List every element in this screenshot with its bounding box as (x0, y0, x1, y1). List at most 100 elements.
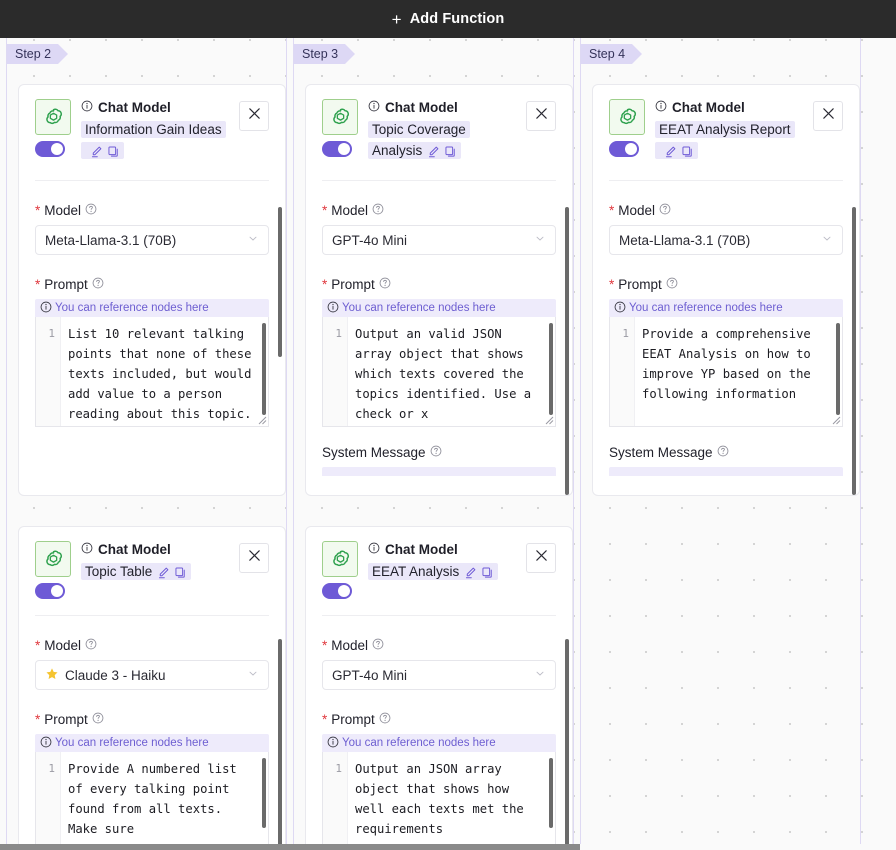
prompt-editor[interactable]: 1 Provide a comprehensive EEAT Analysis … (609, 317, 843, 427)
question-circle-icon[interactable] (430, 445, 442, 460)
step-badge-3[interactable]: Step 3 (294, 44, 356, 64)
step-badge-4[interactable]: Step 4 (581, 44, 643, 64)
workflow-canvas[interactable]: Step 2 Step 3 Step 4 Chat Model Informat… (0, 38, 896, 844)
duplicate-copy-icon[interactable] (107, 143, 120, 164)
close-node-button[interactable] (526, 101, 556, 131)
close-node-button[interactable] (239, 543, 269, 573)
chevron-down-icon (534, 668, 546, 683)
reference-nodes-hint: You can reference nodes here (609, 299, 843, 317)
info-icon (81, 100, 93, 116)
model-select[interactable]: Meta-Llama-3.1 (70B) (35, 225, 269, 255)
reference-nodes-hint-text: You can reference nodes here (55, 302, 209, 314)
model-select[interactable]: Meta-Llama-3.1 (70B) (609, 225, 843, 255)
required-marker: * (609, 276, 615, 292)
prompt-editor-scrollbar[interactable] (549, 323, 553, 415)
node-enabled-toggle[interactable] (35, 583, 65, 599)
model-select[interactable]: GPT-4o Mini (322, 660, 556, 690)
prompt-text[interactable]: Provide a comprehensive EEAT Analysis on… (635, 317, 842, 426)
node-title-chip[interactable]: Topic Table (81, 563, 192, 580)
system-message-field-label: System Message (322, 445, 556, 460)
chevron-down-icon (821, 233, 833, 248)
question-circle-icon[interactable] (85, 203, 97, 218)
question-circle-icon[interactable] (85, 638, 97, 653)
pencil-edit-icon[interactable] (664, 143, 677, 164)
question-circle-icon[interactable] (379, 712, 391, 727)
duplicate-copy-icon[interactable] (444, 143, 457, 164)
node-enabled-toggle[interactable] (35, 141, 65, 157)
horizontal-scrollbar[interactable] (0, 844, 896, 850)
add-function-button[interactable]: + Add Function (392, 11, 505, 28)
close-node-button[interactable] (526, 543, 556, 573)
node-enabled-toggle[interactable] (322, 141, 352, 157)
question-circle-icon[interactable] (379, 277, 391, 292)
node-card-scrollbar[interactable] (278, 639, 282, 844)
node-type-row: Chat Model (81, 542, 229, 558)
node-enabled-toggle[interactable] (609, 141, 639, 157)
chat-model-node-card[interactable]: Chat Model Topic Coverage Analysis * Mod… (305, 84, 573, 496)
header-divider (322, 180, 556, 181)
pencil-edit-icon[interactable] (464, 564, 477, 585)
model-select-value: Meta-Llama-3.1 (70B) (619, 232, 751, 248)
add-function-label: Add Function (409, 11, 505, 27)
node-avatar-group (35, 99, 71, 157)
pencil-edit-icon[interactable] (427, 143, 440, 164)
prompt-editor-scrollbar[interactable] (262, 758, 266, 828)
system-message-hint-bar (322, 467, 556, 476)
prompt-editor[interactable]: 1 Output an JSON array object that shows… (322, 752, 556, 844)
node-title-chip[interactable]: Topic Coverage Analysis (368, 121, 470, 159)
chat-model-node-card[interactable]: Chat Model Topic Table * Model Claude 3 … (18, 526, 286, 844)
chat-model-node-card[interactable]: Chat Model EEAT Analysis Report * Model (592, 84, 860, 496)
prompt-text[interactable]: Output an valid JSON array object that s… (348, 317, 555, 426)
node-title-chip[interactable]: EEAT Analysis (368, 563, 499, 580)
question-circle-icon[interactable] (92, 712, 104, 727)
chevron-down-icon (534, 233, 546, 248)
prompt-text[interactable]: Provide A numbered list of every talking… (61, 752, 268, 844)
question-circle-icon[interactable] (372, 638, 384, 653)
prompt-label-text: Prompt (44, 712, 88, 727)
node-title-chip[interactable]: Information Gain Ideas (81, 121, 226, 159)
line-number: 2 (36, 424, 55, 426)
prompt-text[interactable]: List 10 relevant talking points that non… (61, 317, 268, 426)
close-icon (534, 106, 549, 126)
question-circle-icon[interactable] (92, 277, 104, 292)
node-card-scrollbar[interactable] (565, 639, 569, 844)
horizontal-scrollbar-thumb[interactable] (0, 844, 580, 850)
duplicate-copy-icon[interactable] (681, 143, 694, 164)
question-circle-icon[interactable] (717, 445, 729, 460)
pencil-edit-icon[interactable] (157, 564, 170, 585)
node-title-chip[interactable]: EEAT Analysis Report (655, 121, 795, 159)
node-card-scrollbar[interactable] (565, 207, 569, 495)
prompt-editor[interactable]: 1 Output an valid JSON array object that… (322, 317, 556, 427)
chevron-down-icon (247, 668, 259, 683)
node-type-label: Chat Model (672, 100, 745, 115)
model-select[interactable]: Claude 3 - Haiku (35, 660, 269, 690)
question-circle-icon[interactable] (659, 203, 671, 218)
prompt-line-gutter: 1 (323, 317, 348, 426)
prompt-field-label: * Prompt (35, 277, 269, 292)
pencil-edit-icon[interactable] (90, 143, 103, 164)
model-select[interactable]: GPT-4o Mini (322, 225, 556, 255)
prompt-editor[interactable]: 1 Provide A numbered list of every talki… (35, 752, 269, 844)
prompt-editor-scrollbar[interactable] (836, 323, 840, 415)
prompt-editor-scrollbar[interactable] (549, 758, 553, 828)
prompt-editor-scrollbar[interactable] (262, 323, 266, 415)
chat-model-node-card[interactable]: Chat Model EEAT Analysis * Model GPT-4o … (305, 526, 573, 844)
line-number: 1 (335, 327, 342, 340)
step-badge-2[interactable]: Step 2 (7, 44, 69, 64)
close-node-button[interactable] (813, 101, 843, 131)
node-card-scrollbar[interactable] (852, 207, 856, 495)
question-circle-icon[interactable] (666, 277, 678, 292)
prompt-text[interactable]: Output an JSON array object that shows h… (348, 752, 555, 844)
close-node-button[interactable] (239, 101, 269, 131)
chat-model-node-card[interactable]: Chat Model Information Gain Ideas * Mode… (18, 84, 286, 496)
openai-logo-icon (35, 99, 71, 135)
node-enabled-toggle[interactable] (322, 583, 352, 599)
question-circle-icon[interactable] (372, 203, 384, 218)
model-select-value: Meta-Llama-3.1 (70B) (45, 232, 177, 248)
prompt-label-text: Prompt (618, 277, 662, 292)
duplicate-copy-icon[interactable] (174, 564, 187, 585)
prompt-editor[interactable]: 12 List 10 relevant talking points that … (35, 317, 269, 427)
node-header-text: Chat Model EEAT Analysis (368, 541, 516, 585)
node-card-scrollbar[interactable] (278, 207, 282, 357)
duplicate-copy-icon[interactable] (481, 564, 494, 585)
